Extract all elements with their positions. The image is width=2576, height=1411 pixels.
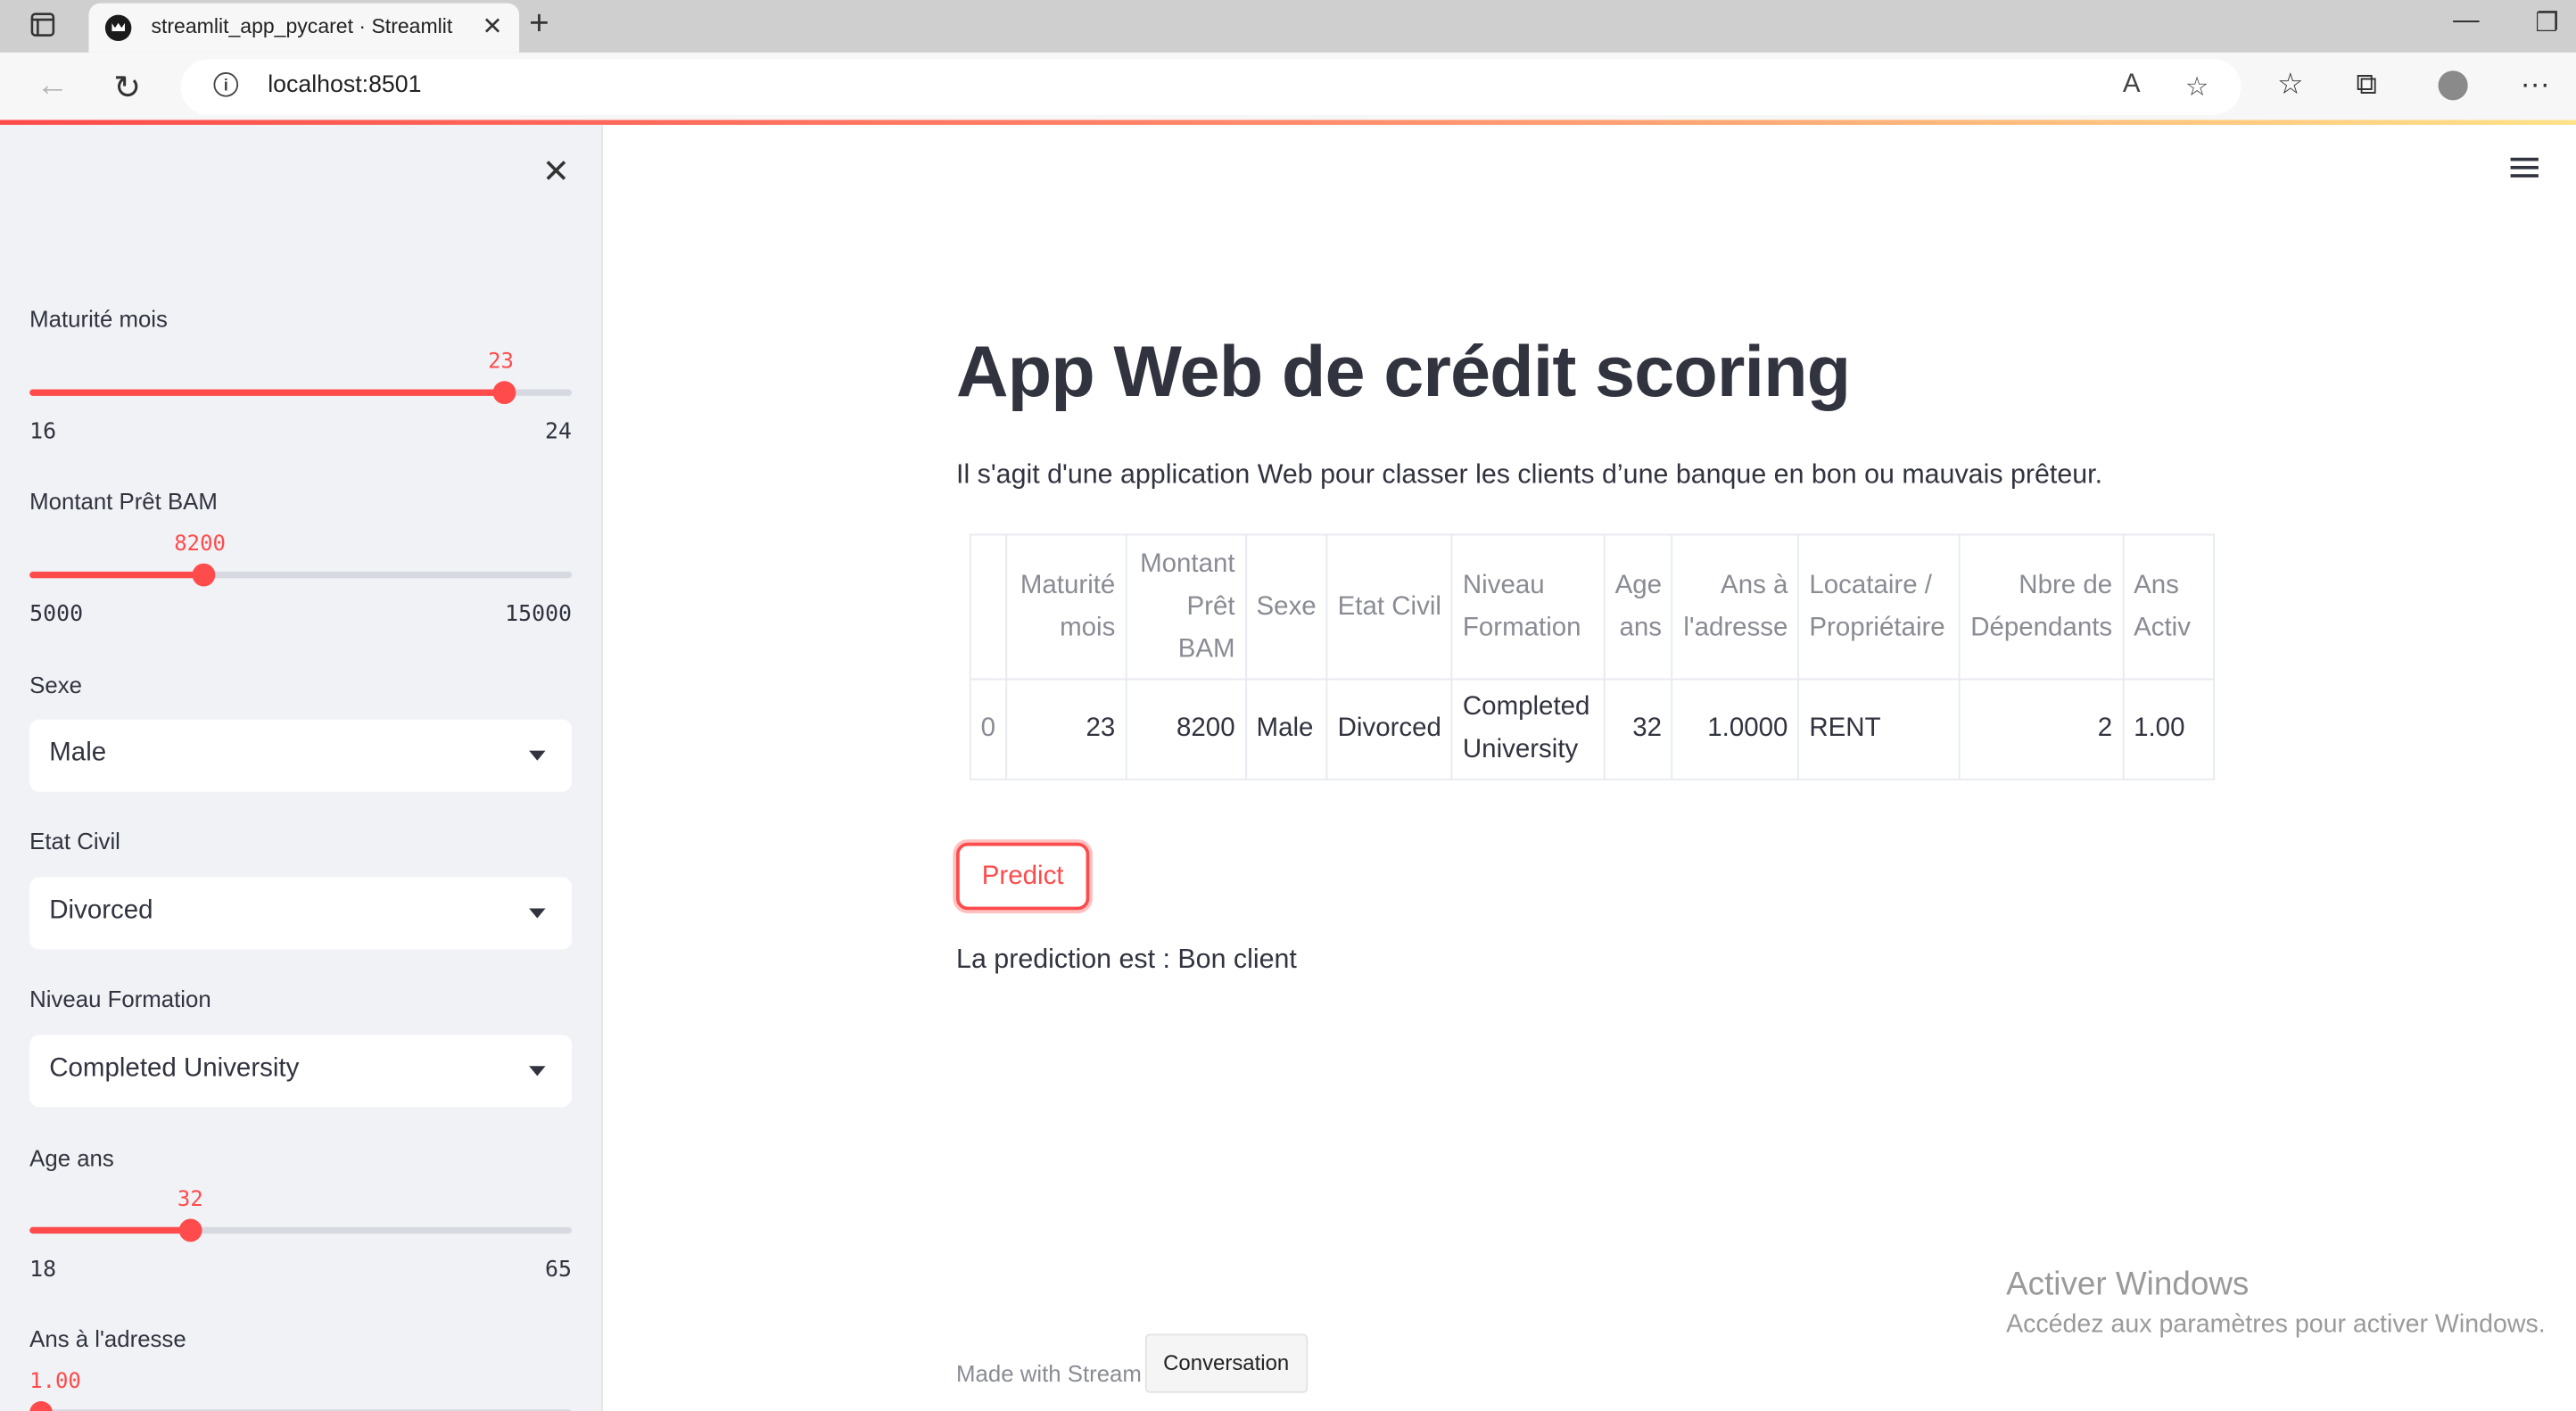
more-icon[interactable]: ··· [2521,68,2550,103]
new-tab-icon[interactable]: + [529,5,549,45]
table-header-cell[interactable]: Sexe [1244,533,1328,681]
slider-label-montant: Montant Prêt BAM [29,487,218,515]
sidebar: ✕ Maturité mois 23 16 24 Montant Prêt BA… [0,124,604,1411]
table-row: 0 23 8200 Male Divorced Completed Univer… [969,678,2216,780]
slider-fill [29,389,505,396]
slider-max-age: 65 [545,1256,573,1283]
table-cell[interactable]: Male [1244,678,1328,780]
main-menu-icon[interactable] [2510,157,2539,183]
favorites-icon[interactable]: ☆ [2277,68,2304,103]
slider-label-ans-adresse: Ans à l'adresse [29,1325,186,1352]
table-header-cell[interactable]: Maturité mois [1005,533,1127,681]
table-cell[interactable]: 32 [1603,678,1673,780]
table-header-cell[interactable]: Montant Prêt BAM [1125,533,1247,681]
slider-age[interactable] [29,1218,573,1242]
select-etat-civil[interactable]: Divorced [29,877,573,950]
table-cell[interactable]: 23 [1005,678,1127,780]
slider-min-maturite: 16 [29,418,57,446]
select-value: Completed University [49,1054,300,1083]
slider-value-montant: 8200 [174,532,226,557]
close-sidebar-icon[interactable]: ✕ [542,151,570,192]
browser-toolbar: ← ↻ i localhost:8501 A ☆ ☆ ⧉ ··· [0,52,2576,122]
streamlit-window: streamlit_app_pycaret · Streamlit ✕ + — … [0,0,2576,1411]
select-label-sexe: Sexe [29,672,82,698]
slider-label-age: Age ans [29,1144,114,1172]
slider-montant[interactable] [29,563,573,587]
table-cell[interactable]: RENT [1797,678,1960,780]
restore-icon[interactable]: ❐ [2535,6,2558,39]
browser-tab[interactable]: streamlit_app_pycaret · Streamlit ✕ [88,3,520,53]
windows-activation-subtitle: Accédez aux paramètres pour activer Wind… [2006,1310,2546,1339]
table-header-cell[interactable]: Niveau Formation [1451,533,1606,681]
slider-value-age: 32 [177,1187,203,1213]
slider-max-maturite: 24 [545,418,573,446]
conversation-tooltip: Conversation [1144,1333,1308,1393]
input-dataframe[interactable]: Maturité mois Montant Prêt BAM Sexe Etat… [969,533,2216,780]
add-favorite-icon[interactable]: ☆ [2185,70,2209,103]
table-header-cell[interactable]: Ans à l'adresse [1672,533,1800,681]
table-cell[interactable]: 1.0000 [1672,678,1800,780]
table-header-cell[interactable]: Locataire / Propriétaire [1797,533,1960,681]
page-title: App Web de crédit scoring [956,332,1851,413]
url-text[interactable]: localhost:8501 [268,72,421,98]
chevron-down-icon [529,1066,546,1077]
table-header-cell[interactable]: Ans Activ [2122,533,2216,681]
select-value: Male [49,739,107,768]
table-cell[interactable]: 8200 [1125,678,1247,780]
table-header-cell[interactable] [969,533,1007,681]
prediction-result: La prediction est : Bon client [956,944,1297,975]
profile-avatar[interactable] [2438,70,2468,101]
table-cell[interactable]: 2 [1957,678,2125,780]
refresh-icon[interactable]: ↻ [113,68,141,109]
browser-tab-bar: streamlit_app_pycaret · Streamlit ✕ + — … [0,0,2576,53]
footer-made-with[interactable]: Made with Stream [956,1360,1142,1386]
address-bar[interactable]: i localhost:8501 A ☆ [180,59,2242,115]
page-description: Il s'agit d'une application Web pour cla… [956,459,2103,490]
table-cell[interactable]: Divorced [1325,678,1453,780]
slider-value-ans-adresse: 1.00 [29,1369,81,1395]
slider-thumb[interactable] [29,1400,53,1411]
select-label-niveau-formation: Niveau Formation [29,986,211,1012]
read-aloud-icon[interactable]: A [2123,70,2141,100]
chevron-down-icon [529,908,546,919]
minimize-icon[interactable]: — [2453,6,2479,36]
select-sexe[interactable]: Male [29,719,573,792]
table-header-row: Maturité mois Montant Prêt BAM Sexe Etat… [969,533,2216,681]
slider-value-maturite: 23 [488,350,514,375]
slider-thumb[interactable] [191,563,215,587]
dataframe-table: Maturité mois Montant Prêt BAM Sexe Etat… [969,533,2216,780]
windows-activation-title: Activer Windows [2006,1266,2250,1303]
table-header-cell[interactable]: Age ans [1603,533,1673,681]
slider-min-age: 18 [29,1256,57,1283]
select-value: Divorced [49,896,153,925]
select-niveau-formation[interactable]: Completed University [29,1035,573,1108]
slider-maturite[interactable] [29,381,573,405]
select-label-etat-civil: Etat Civil [29,828,120,854]
slider-min-montant: 5000 [29,601,84,628]
tab-close-icon[interactable]: ✕ [482,12,502,41]
tab-actions-icon[interactable] [29,12,55,37]
collections-icon[interactable]: ⧉ [2356,68,2377,103]
site-info-icon[interactable]: i [213,72,239,97]
table-cell[interactable]: 1.00 [2122,678,2216,780]
slider-max-montant: 15000 [505,601,573,628]
slider-thumb[interactable] [492,381,516,405]
slider-label-maturite: Maturité mois [29,305,168,333]
table-cell[interactable]: Completed University [1451,678,1606,780]
streamlit-favicon-icon [104,14,132,42]
back-icon[interactable]: ← [37,68,70,105]
slider-fill [29,1226,192,1234]
tab-title: streamlit_app_pycaret · Streamlit [151,14,453,38]
table-header-cell[interactable]: Etat Civil [1325,533,1453,681]
slider-fill [29,571,203,579]
table-index-cell[interactable]: 0 [969,678,1007,780]
predict-button[interactable]: Predict [956,842,1090,911]
slider-thumb[interactable] [179,1218,203,1242]
chevron-down-icon [529,750,546,761]
table-header-cell[interactable]: Nbre de Dépendants [1957,533,2125,681]
